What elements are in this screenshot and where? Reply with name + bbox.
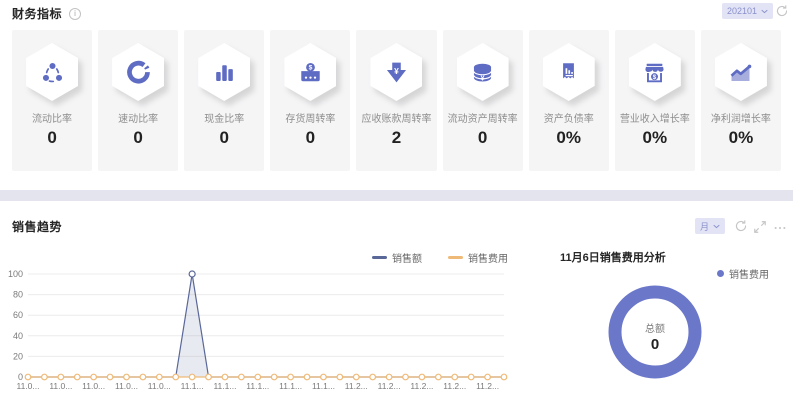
metric-value: 0% xyxy=(615,128,695,148)
svg-text:11.1...: 11.1... xyxy=(279,381,302,391)
donut-legend-item[interactable]: 销售费用 xyxy=(717,266,769,281)
hex-badge xyxy=(543,43,595,101)
metric-value: 0 xyxy=(184,128,264,148)
svg-text:¥: ¥ xyxy=(394,66,399,76)
metric-card-revenue-growth: $ 营业收入增长率 0% xyxy=(615,30,695,171)
hex-badge xyxy=(112,43,164,101)
metric-value: 0% xyxy=(529,128,609,148)
receipt-icon xyxy=(555,59,582,86)
svg-text:11.0...: 11.0... xyxy=(49,381,72,391)
info-icon[interactable]: i xyxy=(69,8,81,20)
metric-value: 0 xyxy=(270,128,350,148)
legend-label-sales: 销售额 xyxy=(392,250,422,265)
svg-text:40: 40 xyxy=(13,331,23,341)
expand-icon[interactable] xyxy=(753,220,767,234)
metric-label: 流动比率 xyxy=(12,110,92,125)
period-select-value: 202101 xyxy=(727,6,757,16)
metric-label: 资产负债率 xyxy=(529,110,609,125)
expense-donut-chart[interactable] xyxy=(600,277,710,387)
refresh-icon[interactable] xyxy=(734,219,748,233)
arrow-down-yuan-icon: ¥ xyxy=(383,59,410,86)
metric-label: 速动比率 xyxy=(98,110,178,125)
bar-chart-icon xyxy=(211,59,238,86)
metric-card-receivable-turnover: ¥ 应收账款周转率 2 xyxy=(356,30,436,171)
donut-title: 11月6日销售费用分析 xyxy=(560,249,666,265)
sales-section-title: 销售趋势 xyxy=(12,218,62,235)
hex-badge: ¥ xyxy=(457,43,509,101)
hex-badge: $ xyxy=(629,43,681,101)
metric-card-current-asset-turnover: ¥ 流动资产周转率 0 xyxy=(443,30,523,171)
share-icon xyxy=(39,59,66,86)
svg-text:60: 60 xyxy=(13,310,23,320)
metric-card-debt-ratio: 资产负债率 0% xyxy=(529,30,609,171)
sales-trend-chart[interactable]: 02040608010011.0...11.0...11.0...11.0...… xyxy=(8,264,513,396)
svg-text:11.0...: 11.0... xyxy=(82,381,105,391)
metric-label: 现金比率 xyxy=(184,110,264,125)
svg-text:11.1...: 11.1... xyxy=(213,381,236,391)
hex-badge xyxy=(26,43,78,101)
metric-label: 净利润增长率 xyxy=(701,110,781,125)
legend-dot-icon xyxy=(717,270,724,277)
svg-text:11.1...: 11.1... xyxy=(246,381,269,391)
cashbox-icon: $ xyxy=(297,59,324,86)
metric-card-cash-ratio: 现金比率 0 xyxy=(184,30,264,171)
finance-section-title: 财务指标 xyxy=(12,5,62,22)
period-select[interactable]: 202101 xyxy=(722,3,773,19)
hex-badge xyxy=(715,43,767,101)
svg-text:11.0...: 11.0... xyxy=(115,381,138,391)
metric-cards-row: 流动比率 0 速动比率 0 现金比率 0 $ 存货周转率 0 xyxy=(12,30,781,171)
finance-section-header: 财务指标 i xyxy=(12,5,81,22)
svg-text:11.0...: 11.0... xyxy=(148,381,171,391)
metric-label: 营业收入增长率 xyxy=(615,110,695,125)
legend-label-expense: 销售费用 xyxy=(468,250,508,265)
svg-text:$: $ xyxy=(653,74,657,81)
hex-badge xyxy=(198,43,250,101)
svg-text:11.2...: 11.2... xyxy=(345,381,368,391)
hex-badge: ¥ xyxy=(370,43,422,101)
legend-swatch-sales xyxy=(372,256,387,259)
svg-text:$: $ xyxy=(308,64,312,71)
metric-value: 0% xyxy=(701,128,781,148)
legend-item-sales[interactable]: 销售额 xyxy=(372,250,422,265)
svg-text:11.1...: 11.1... xyxy=(181,381,204,391)
chevron-down-icon xyxy=(761,9,768,14)
svg-text:11.2...: 11.2... xyxy=(378,381,401,391)
metric-label: 流动资产周转率 xyxy=(443,110,523,125)
metric-value: 2 xyxy=(356,128,436,148)
dashboard-page: 财务指标 i 202101 流动比率 0 速动比率 0 现金比率 xyxy=(0,0,793,400)
legend-swatch-expense xyxy=(448,256,463,259)
metric-value: 0 xyxy=(12,128,92,148)
hex-badge: $ xyxy=(284,43,336,101)
svg-text:11.0...: 11.0... xyxy=(17,381,40,391)
svg-text:11.1...: 11.1... xyxy=(312,381,335,391)
granularity-select-value: 月 xyxy=(700,220,709,233)
granularity-select[interactable]: 月 xyxy=(695,218,725,234)
svg-text:11.2...: 11.2... xyxy=(443,381,466,391)
metric-card-quick-ratio: 速动比率 0 xyxy=(98,30,178,171)
metric-label: 应收账款周转率 xyxy=(356,110,436,125)
metric-card-current-ratio: 流动比率 0 xyxy=(12,30,92,171)
trend-legend: 销售额 销售费用 xyxy=(372,250,508,265)
section-divider xyxy=(0,190,793,201)
donut-legend-label: 销售费用 xyxy=(729,266,769,281)
metric-value: 0 xyxy=(98,128,178,148)
coins-yuan-icon: ¥ xyxy=(469,59,496,86)
svg-text:20: 20 xyxy=(13,351,23,361)
legend-item-expense[interactable]: 销售费用 xyxy=(448,250,508,265)
svg-text:80: 80 xyxy=(13,290,23,300)
more-icon[interactable] xyxy=(773,221,787,235)
trend-up-icon xyxy=(727,59,754,86)
metric-card-inventory-turnover: $ 存货周转率 0 xyxy=(270,30,350,171)
metric-label: 存货周转率 xyxy=(270,110,350,125)
metric-card-profit-growth: 净利润增长率 0% xyxy=(701,30,781,171)
chevron-down-icon xyxy=(713,224,720,229)
svg-text:100: 100 xyxy=(8,269,23,279)
svg-text:11.2...: 11.2... xyxy=(410,381,433,391)
refresh-icon[interactable] xyxy=(775,4,789,18)
svg-text:11.2...: 11.2... xyxy=(476,381,499,391)
loop-icon xyxy=(125,59,152,86)
metric-value: 0 xyxy=(443,128,523,148)
store-icon: $ xyxy=(641,59,668,86)
